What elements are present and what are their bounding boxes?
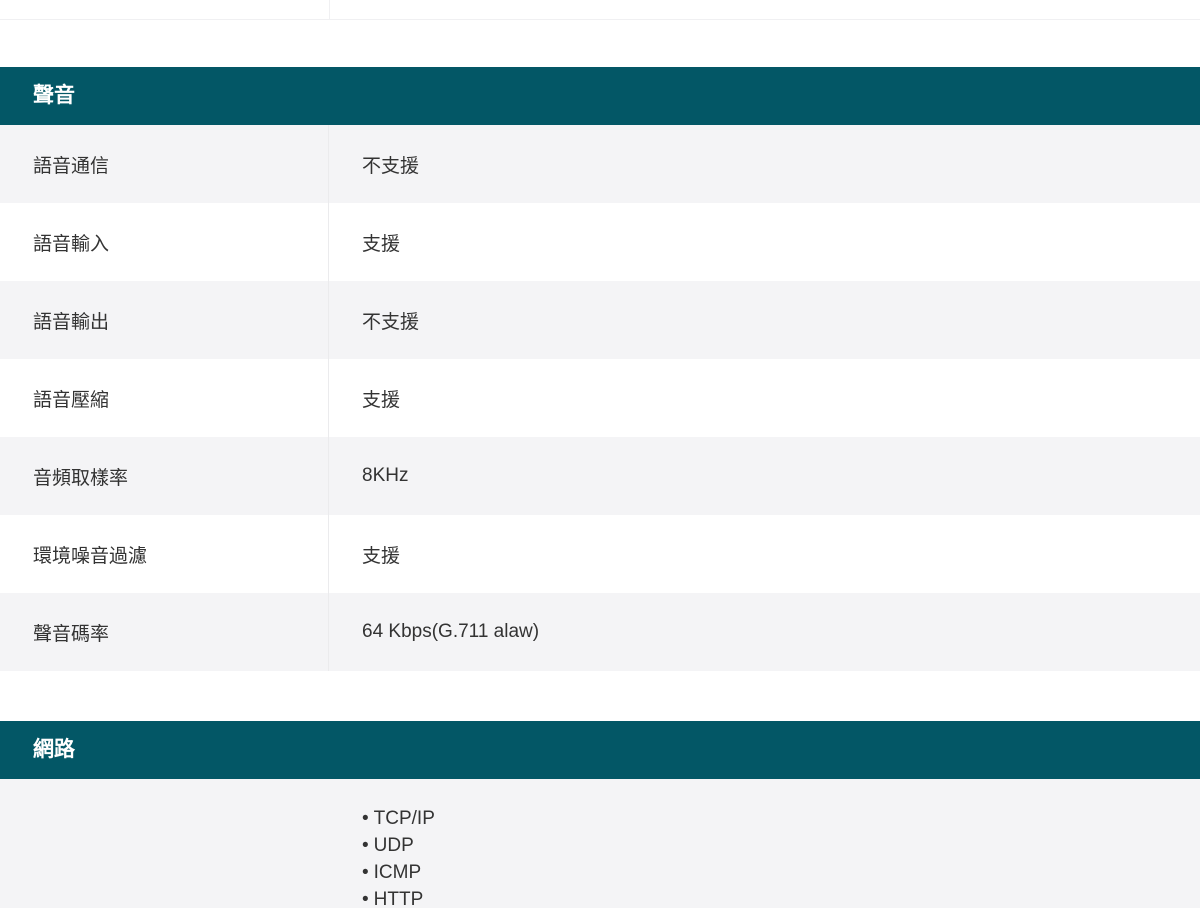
spec-value: 64 Kbps(G.711 alaw) — [362, 621, 540, 642]
spec-label: 語音輸入 — [0, 203, 329, 281]
protocol-item: ICMP — [362, 859, 435, 886]
spec-label: 語音壓縮 — [0, 359, 329, 437]
spec-row-sample-rate: 音頻取樣率 8KHz — [0, 437, 1200, 515]
spec-row-noise-filter: 環境噪音過濾 支援 — [0, 515, 1200, 593]
network-spec-section: 網路 TCP/IP UDP ICMP HTTP — [0, 721, 1200, 908]
protocol-item: TCP/IP — [362, 805, 435, 832]
spec-value: 支援 — [362, 389, 401, 411]
spec-value: 不支援 — [362, 155, 420, 177]
spec-label: 聲音碼率 — [0, 593, 329, 671]
spec-value: 8KHz — [362, 465, 409, 486]
previous-section-last-row — [0, 0, 1200, 20]
spec-row-voice-input: 語音輸入 支援 — [0, 203, 1200, 281]
spec-row-voice-compression: 語音壓縮 支援 — [0, 359, 1200, 437]
column-divider — [329, 0, 330, 19]
spec-value: 不支援 — [362, 311, 420, 333]
protocol-list: TCP/IP UDP ICMP HTTP — [362, 805, 435, 908]
spec-value: 支援 — [362, 233, 401, 255]
spec-page: 聲音 語音通信 不支援 語音輸入 支援 語音輸出 不支援 語音壓縮 支援 音頻取… — [0, 0, 1200, 908]
spec-label: 語音輸出 — [0, 281, 329, 359]
audio-section-title: 聲音 — [0, 67, 1200, 125]
spec-row-audio-bitrate: 聲音碼率 64 Kbps(G.711 alaw) — [0, 593, 1200, 671]
spec-row-voice-communication: 語音通信 不支援 — [0, 125, 1200, 203]
spec-label: 音頻取樣率 — [0, 437, 329, 515]
spec-row-voice-output: 語音輸出 不支援 — [0, 281, 1200, 359]
spec-value: TCP/IP UDP ICMP HTTP — [329, 779, 1200, 908]
spec-row-network-protocols: TCP/IP UDP ICMP HTTP — [0, 779, 1200, 908]
protocol-item: HTTP — [362, 886, 435, 908]
protocol-item: UDP — [362, 832, 435, 859]
spec-value: 支援 — [362, 545, 401, 567]
spec-label: 環境噪音過濾 — [0, 515, 329, 593]
spec-label: 語音通信 — [0, 125, 329, 203]
network-section-title: 網路 — [0, 721, 1200, 779]
audio-spec-section: 聲音 語音通信 不支援 語音輸入 支援 語音輸出 不支援 語音壓縮 支援 音頻取… — [0, 67, 1200, 671]
